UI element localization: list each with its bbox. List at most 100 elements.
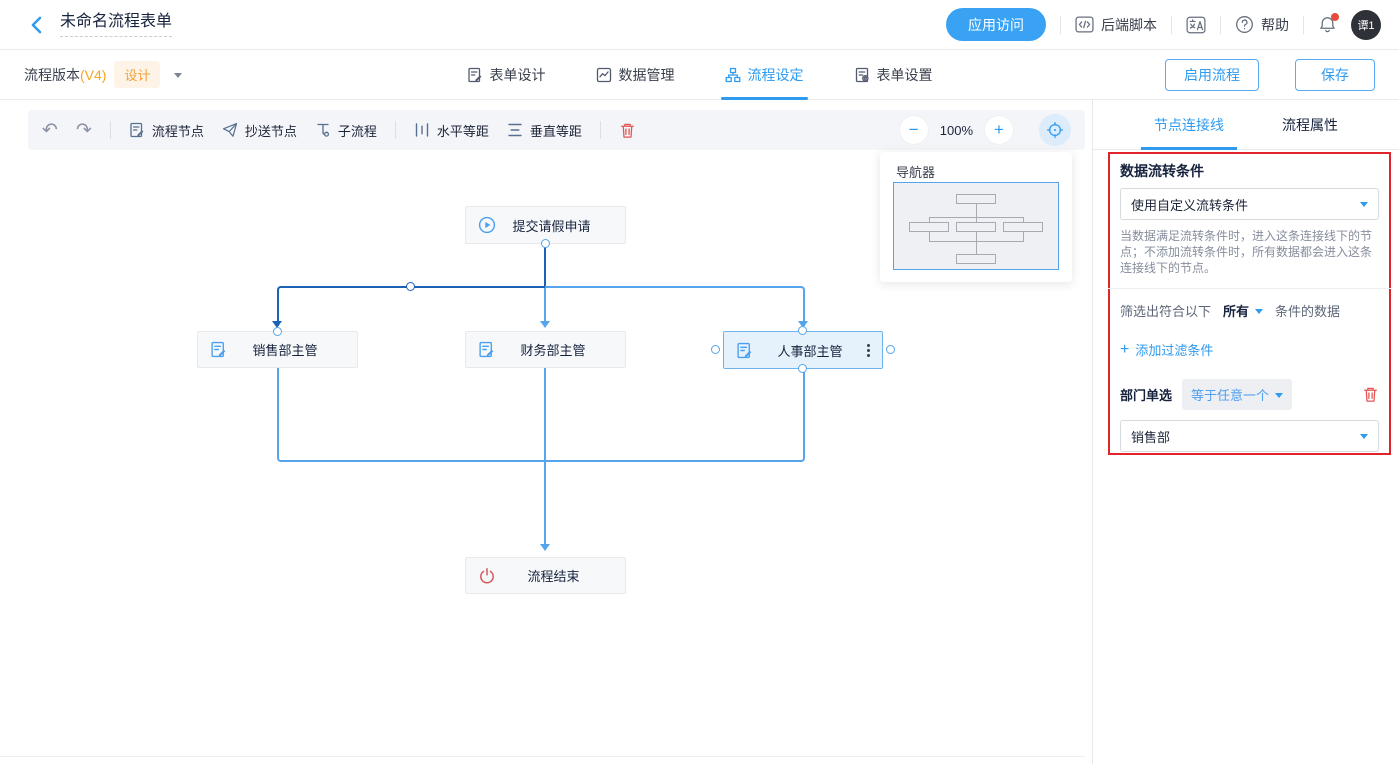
delete-condition-icon[interactable] — [1362, 386, 1379, 403]
horizontal-distribute-icon — [414, 122, 430, 138]
translate-icon[interactable] — [1186, 16, 1206, 34]
tab-flow-properties[interactable]: 流程属性 — [1282, 100, 1338, 150]
tool-label: 流程节点 — [152, 121, 204, 140]
notification-bell-icon[interactable] — [1318, 15, 1337, 34]
main-area: ↶ ↷ 流程节点 抄送节点 子流程 — [0, 100, 1399, 764]
horizontal-distribute-button[interactable]: 水平等距 — [414, 121, 489, 140]
tab-flow-setting[interactable]: 流程设定 — [725, 50, 804, 100]
minimap-line — [976, 204, 977, 222]
tab-data-management[interactable]: 数据管理 — [596, 50, 675, 100]
backend-script-button[interactable]: 后端脚本 — [1075, 15, 1157, 35]
filter-mode-dropdown[interactable]: 所有 — [1223, 301, 1263, 320]
delete-icon[interactable] — [619, 122, 636, 139]
chevron-down-icon[interactable] — [174, 73, 182, 82]
node-label: 销售部主管 — [239, 340, 331, 359]
backend-script-label: 后端脚本 — [1101, 15, 1157, 35]
node-sales-manager[interactable]: 销售部主管 — [197, 331, 358, 368]
node-end[interactable]: 流程结束 — [465, 557, 626, 594]
add-filter-button[interactable]: + 添加过滤条件 — [1120, 340, 1379, 359]
enable-flow-button[interactable]: 启用流程 — [1165, 59, 1259, 91]
minimap-node — [1003, 222, 1043, 232]
connector-handle[interactable] — [541, 239, 550, 248]
add-subflow-button[interactable]: 子流程 — [315, 121, 377, 140]
connector-start-to-sales[interactable] — [277, 286, 545, 326]
minimap-line — [929, 241, 1024, 242]
flow-chart-icon — [725, 67, 741, 83]
connector-start-to-finance[interactable] — [544, 288, 546, 322]
app-access-button[interactable]: 应用访问 — [946, 8, 1046, 41]
zoom-in-button[interactable]: + — [985, 116, 1013, 144]
operator-dropdown[interactable]: 等于任意一个 — [1182, 379, 1292, 410]
filter-condition-row: 部门单选 等于任意一个 — [1120, 379, 1379, 410]
condition-select[interactable]: 使用自定义流转条件 — [1120, 188, 1379, 220]
form-gear-icon — [854, 67, 870, 83]
design-badge[interactable]: 设计 — [114, 61, 160, 88]
version-group: 流程版本(V4) 设计 — [24, 61, 182, 88]
save-button[interactable]: 保存 — [1295, 59, 1375, 91]
code-icon — [1075, 16, 1094, 33]
connector-handle[interactable] — [273, 327, 282, 336]
connector-midpoint-handle[interactable] — [406, 282, 415, 291]
node-finance-manager[interactable]: 财务部主管 — [465, 331, 626, 368]
form-node-icon — [210, 341, 227, 358]
properties-panel: 节点连接线 流程属性 数据流转条件 使用自定义流转条件 当数据满足流转条件时，进… — [1092, 100, 1399, 764]
play-icon — [478, 216, 496, 234]
tab-form-design[interactable]: 表单设计 — [467, 50, 546, 100]
zoom-controls: − 100% + — [900, 114, 1071, 146]
connector-hr-to-end[interactable] — [545, 368, 805, 462]
tab-node-connector[interactable]: 节点连接线 — [1154, 100, 1224, 150]
connector-start-to-hr[interactable] — [545, 286, 805, 326]
annotation-highlight-box: 数据流转条件 使用自定义流转条件 当数据满足流转条件时，进入这条连接线下的节点；… — [1108, 152, 1391, 455]
version-label: 流程版本(V4) — [24, 65, 106, 85]
filter-field-name: 部门单选 — [1120, 385, 1172, 404]
undo-icon[interactable]: ↶ — [42, 121, 58, 140]
connector-finance-to-end[interactable] — [544, 368, 546, 550]
top-header: 未命名流程表单 应用访问 后端脚本 帮助 谭1 — [0, 0, 1399, 50]
locate-center-button[interactable] — [1039, 114, 1071, 146]
tab-label: 流程设定 — [748, 65, 804, 85]
tool-label: 抄送节点 — [245, 121, 297, 140]
node-handle-top[interactable] — [798, 326, 807, 335]
back-icon[interactable] — [26, 14, 48, 36]
version-bar: 流程版本(V4) 设计 表单设计 数据管理 流程设定 表单设置 — [0, 50, 1399, 100]
version-tag: (V4) — [80, 67, 106, 83]
chevron-down-icon — [1255, 309, 1263, 318]
flow-canvas[interactable]: ↶ ↷ 流程节点 抄送节点 子流程 — [0, 100, 1092, 764]
connector-sales-to-end[interactable] — [277, 368, 545, 462]
minimap-line — [929, 217, 1024, 218]
help-button[interactable]: 帮助 — [1235, 15, 1289, 35]
tab-form-setting[interactable]: 表单设置 — [854, 50, 933, 100]
divider — [1303, 16, 1304, 34]
chevron-down-icon — [1360, 434, 1368, 443]
add-flow-node-button[interactable]: 流程节点 — [129, 121, 204, 140]
tool-label: 水平等距 — [437, 121, 489, 140]
connector-start-down[interactable] — [544, 243, 546, 287]
arrowhead-finance — [540, 321, 550, 328]
minimap-line — [1023, 232, 1024, 241]
add-filter-label: 添加过滤条件 — [1135, 340, 1213, 359]
node-handle-bottom[interactable] — [798, 364, 807, 373]
add-cc-node-button[interactable]: 抄送节点 — [222, 121, 297, 140]
tool-label: 垂直等距 — [530, 121, 582, 140]
filter-value: 销售部 — [1131, 427, 1170, 446]
condition-select-value: 使用自定义流转条件 — [1131, 195, 1248, 214]
plus-icon: + — [1120, 343, 1129, 357]
data-chart-icon — [596, 67, 612, 83]
filter-value-select[interactable]: 销售部 — [1120, 420, 1379, 452]
node-handle-right[interactable] — [886, 345, 895, 354]
minimap-line — [1023, 217, 1024, 222]
user-avatar[interactable]: 谭1 — [1351, 10, 1381, 40]
divider — [110, 121, 111, 139]
minimap-node — [956, 254, 996, 264]
form-node-icon — [478, 341, 495, 358]
node-more-menu-icon[interactable] — [867, 344, 870, 357]
subflow-icon — [315, 122, 331, 138]
redo-icon[interactable]: ↷ — [76, 121, 92, 140]
vertical-distribute-button[interactable]: 垂直等距 — [507, 121, 582, 140]
node-handle-left[interactable] — [711, 345, 720, 354]
page-title[interactable]: 未命名流程表单 — [60, 12, 172, 37]
horizontal-scrollbar[interactable] — [0, 756, 1085, 757]
zoom-out-button[interactable]: − — [900, 116, 928, 144]
navigator-minimap[interactable] — [893, 182, 1059, 270]
divider — [1060, 16, 1061, 34]
